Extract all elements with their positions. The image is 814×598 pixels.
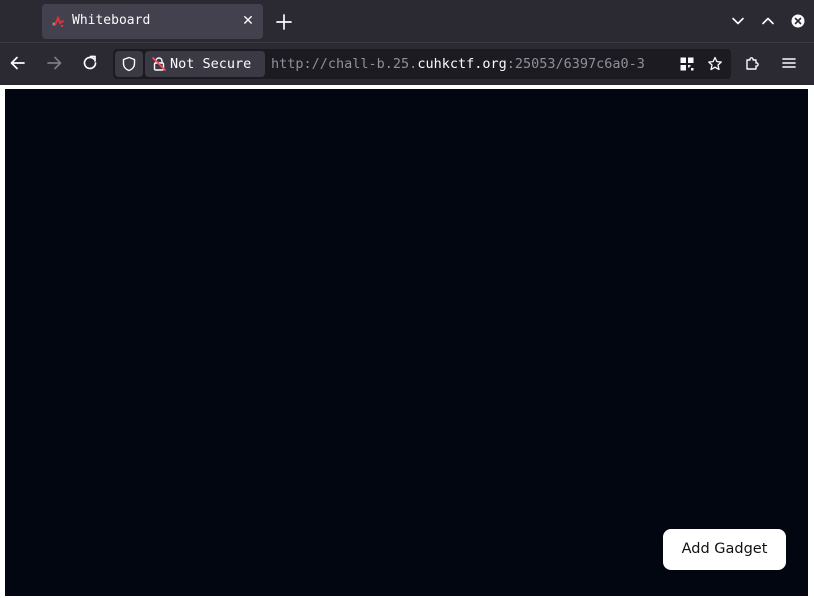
url-host: cuhkctf.org xyxy=(417,56,507,72)
tab-close-button[interactable]: ✕ xyxy=(240,13,256,29)
not-secure-label: Not Secure xyxy=(170,56,252,72)
bookmark-star-icon[interactable] xyxy=(707,56,723,72)
url-path: :25053/6397c6a0-3 xyxy=(506,56,645,72)
extensions-puzzle-icon[interactable] xyxy=(744,54,762,72)
qr-code-icon[interactable] xyxy=(679,56,695,72)
page-viewport: Add Gadget xyxy=(0,85,814,598)
navigation-toolbar: Not Secure http://chall-b.25.cuhkctf.org… xyxy=(0,42,814,85)
chevron-down-icon[interactable] xyxy=(730,13,746,29)
tab-whiteboard[interactable]: Whiteboard ✕ xyxy=(42,4,263,39)
browser-window: Whiteboard ✕ Not Secure http://chall-b.2… xyxy=(0,0,814,598)
menu-hamburger-icon[interactable] xyxy=(780,54,798,72)
url-bar[interactable]: Not Secure http://chall-b.25.cuhkctf.org… xyxy=(113,49,731,79)
reload-icon[interactable] xyxy=(80,53,100,73)
whiteboard-favicon-icon xyxy=(52,15,64,28)
tracking-protection-button[interactable] xyxy=(115,51,143,77)
tab-title: Whiteboard xyxy=(72,13,151,28)
insecure-lock-icon xyxy=(152,57,166,71)
url-text[interactable]: http://chall-b.25.cuhkctf.org:25053/6397… xyxy=(271,56,673,72)
shield-icon xyxy=(122,56,136,72)
url-scheme: http://chall-b.25. xyxy=(271,56,418,72)
chevron-up-icon[interactable] xyxy=(760,13,776,29)
add-gadget-button[interactable]: Add Gadget xyxy=(663,529,786,570)
arrow-left-icon[interactable] xyxy=(8,53,28,73)
tab-strip: Whiteboard ✕ xyxy=(0,0,814,42)
new-tab-plus-icon[interactable] xyxy=(273,11,295,33)
window-close-icon[interactable] xyxy=(790,13,806,29)
site-security-button[interactable]: Not Secure xyxy=(145,51,265,77)
arrow-right-icon[interactable] xyxy=(44,53,64,73)
whiteboard-canvas[interactable]: Add Gadget xyxy=(5,89,808,596)
url-fade-overlay xyxy=(643,49,679,79)
